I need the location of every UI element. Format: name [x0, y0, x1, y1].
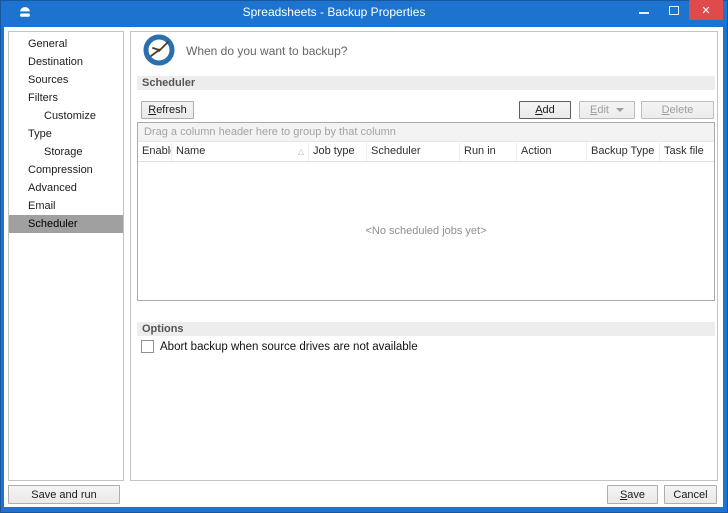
abort-backup-checkbox[interactable] [141, 340, 154, 353]
table-empty-message: <No scheduled jobs yet> [138, 162, 714, 300]
maximize-icon [669, 6, 679, 15]
sidebar-item-storage[interactable]: Storage [9, 143, 123, 161]
column-header-run-in[interactable]: Run in [460, 142, 517, 161]
page-question: When do you want to backup? [186, 44, 347, 58]
column-header-backup-type[interactable]: Backup Type [587, 142, 660, 161]
delete-button[interactable]: Delete [641, 101, 714, 119]
table-header-row: Enabled Name△ Job type Scheduler Run in … [138, 142, 714, 162]
window-title: Spreadsheets - Backup Properties [60, 0, 608, 27]
abort-backup-label: Abort backup when source drives are not … [160, 341, 418, 353]
sidebar-item-scheduler[interactable]: Scheduler [9, 215, 123, 233]
abort-option-row: Abort backup when source drives are not … [141, 340, 418, 353]
column-header-scheduler[interactable]: Scheduler [367, 142, 460, 161]
sort-ascending-icon: △ [298, 142, 304, 161]
clock-icon [143, 34, 175, 66]
scheduler-section-header: Scheduler [137, 76, 715, 90]
dialog-content: General Destination Sources Filters Cust… [4, 27, 723, 507]
column-header-enabled[interactable]: Enabled [138, 142, 172, 161]
minimize-button[interactable] [629, 0, 659, 20]
cancel-button[interactable]: Cancel [664, 485, 717, 504]
sidebar-item-filters[interactable]: Filters [9, 89, 123, 107]
options-section-header: Options [137, 322, 715, 336]
sidebar-item-destination[interactable]: Destination [9, 53, 123, 71]
app-icon [18, 6, 32, 20]
close-icon: ✕ [701, 4, 710, 17]
column-header-job-type[interactable]: Job type [309, 142, 367, 161]
column-header-action[interactable]: Action [517, 142, 587, 161]
maximize-button[interactable] [659, 0, 689, 20]
sidebar-item-customize[interactable]: Customize [9, 107, 123, 125]
title-bar: Spreadsheets - Backup Properties ✕ [0, 0, 728, 27]
chevron-down-icon [616, 108, 624, 112]
backup-properties-window: Spreadsheets - Backup Properties ✕ Gener… [0, 0, 728, 513]
sidebar-item-general[interactable]: General [9, 35, 123, 53]
close-button[interactable]: ✕ [689, 0, 723, 20]
sidebar-item-email[interactable]: Email [9, 197, 123, 215]
column-header-task-file[interactable]: Task file [660, 142, 714, 161]
scheduled-jobs-table: Drag a column header here to group by th… [137, 122, 715, 301]
minimize-icon [639, 12, 649, 14]
column-header-name[interactable]: Name△ [172, 142, 309, 161]
sidebar-item-type[interactable]: Type [9, 125, 123, 143]
sidebar-nav: General Destination Sources Filters Cust… [8, 31, 124, 481]
sidebar-item-advanced[interactable]: Advanced [9, 179, 123, 197]
save-button[interactable]: Save [607, 485, 658, 504]
sidebar-item-compression[interactable]: Compression [9, 161, 123, 179]
refresh-button[interactable]: Refresh [141, 101, 194, 119]
edit-button[interactable]: Edit [579, 101, 635, 119]
sidebar-item-sources[interactable]: Sources [9, 71, 123, 89]
group-by-drop-zone[interactable]: Drag a column header here to group by th… [138, 123, 714, 142]
scheduler-page: When do you want to backup? Scheduler Re… [130, 31, 718, 481]
save-and-run-button[interactable]: Save and run [8, 485, 120, 504]
add-button[interactable]: Add [519, 101, 571, 119]
